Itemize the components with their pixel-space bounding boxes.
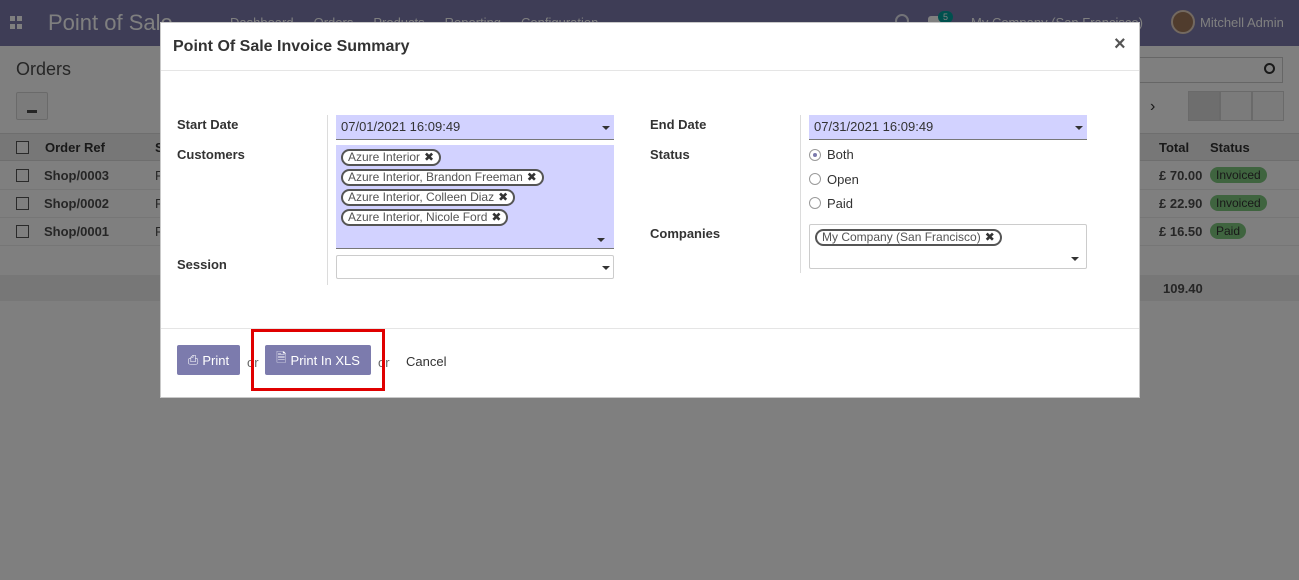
- close-icon[interactable]: ×: [1114, 33, 1126, 56]
- customer-tag-label: Azure Interior, Colleen Diaz: [348, 190, 495, 204]
- session-caret-icon[interactable]: [602, 266, 610, 270]
- customer-tag-label: Azure Interior, Brandon Freeman: [348, 170, 523, 184]
- session-input[interactable]: [336, 255, 614, 279]
- customer-tag-label: Azure Interior: [348, 150, 421, 164]
- remove-tag-icon[interactable]: ✖: [491, 210, 501, 224]
- remove-tag-icon[interactable]: ✖: [424, 150, 434, 164]
- dialog-header: Point Of Sale Invoice Summary ×: [161, 23, 1139, 71]
- status-both-label[interactable]: Both: [827, 147, 854, 162]
- customer-tag-label: Azure Interior, Nicole Ford: [348, 210, 488, 224]
- end-date-caret-icon[interactable]: [1075, 126, 1083, 130]
- status-label: Status: [650, 147, 690, 162]
- status-paid-label[interactable]: Paid: [827, 196, 853, 211]
- end-date-label: End Date: [650, 117, 707, 132]
- dialog-title: Point Of Sale Invoice Summary: [173, 38, 410, 55]
- start-date-value: 07/01/2021 16:09:49: [341, 119, 461, 134]
- status-open-radio[interactable]: [809, 173, 821, 185]
- right-column-divider: [800, 115, 801, 273]
- start-date-input[interactable]: 07/01/2021 16:09:49: [336, 115, 614, 140]
- start-date-caret-icon[interactable]: [602, 126, 610, 130]
- remove-tag-icon[interactable]: ✖: [527, 170, 537, 184]
- customer-tag: Azure Interior ✖: [341, 149, 442, 166]
- companies-label: Companies: [650, 226, 721, 241]
- printer-icon: ⎙: [187, 352, 199, 367]
- status-both-radio[interactable]: [809, 149, 821, 161]
- customer-tag: Azure Interior, Brandon Freeman ✖: [341, 169, 544, 186]
- customers-label: Customers: [177, 147, 245, 162]
- end-date-input[interactable]: 07/31/2021 16:09:49: [809, 115, 1087, 140]
- status-open-label[interactable]: Open: [827, 172, 859, 187]
- status-paid-radio[interactable]: [809, 197, 821, 209]
- cancel-button[interactable]: Cancel: [406, 354, 446, 369]
- annotation-highlight-box: [251, 329, 385, 391]
- left-column-divider: [327, 115, 328, 285]
- companies-caret-icon[interactable]: [1071, 257, 1079, 261]
- customers-field[interactable]: Azure Interior ✖ Azure Interior, Brandon …: [336, 145, 614, 249]
- remove-tag-icon[interactable]: ✖: [985, 230, 995, 244]
- companies-field[interactable]: My Company (San Francisco) ✖: [809, 224, 1087, 269]
- print-button-label: Print: [202, 352, 230, 368]
- session-label: Session: [177, 257, 227, 272]
- company-tag-label: My Company (San Francisco): [822, 230, 981, 244]
- company-tag: My Company (San Francisco) ✖: [815, 229, 1002, 246]
- customer-tag: Azure Interior, Colleen Diaz ✖: [341, 189, 516, 206]
- print-button[interactable]: ⎙ Print: [177, 345, 240, 375]
- customer-tag: Azure Interior, Nicole Ford ✖: [341, 209, 509, 226]
- remove-tag-icon[interactable]: ✖: [498, 190, 508, 204]
- customers-caret-icon[interactable]: [597, 238, 605, 242]
- start-date-label: Start Date: [177, 117, 239, 132]
- end-date-value: 07/31/2021 16:09:49: [814, 119, 934, 134]
